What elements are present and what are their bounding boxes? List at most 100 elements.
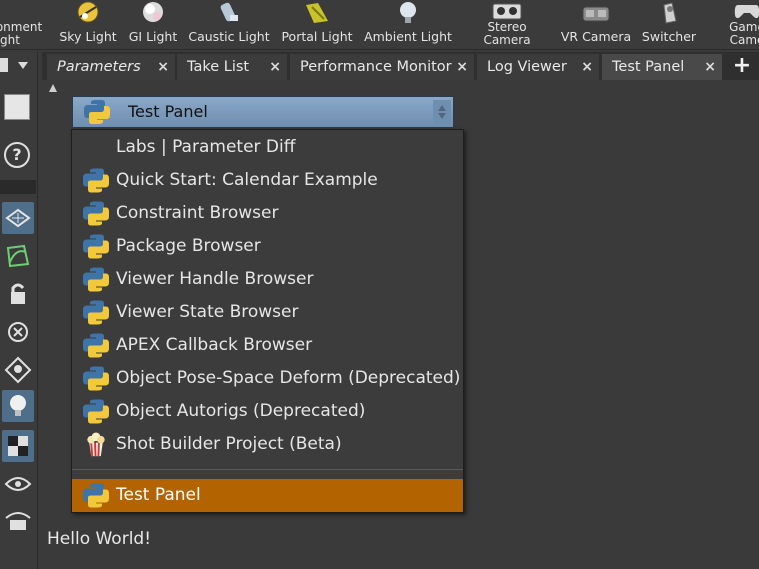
environment-light-tool[interactable]: onment ght: [0, 0, 44, 50]
camera-view-button[interactable]: [2, 504, 34, 536]
lock-icon: [11, 283, 25, 304]
diamond-bulb-icon: [4, 356, 32, 384]
checker-button[interactable]: [2, 430, 34, 462]
pane-menu-icon[interactable]: [0, 58, 8, 72]
menu-item-constraint-browser[interactable]: Constraint Browser: [72, 197, 463, 230]
tool-label: Caustic Light: [188, 29, 270, 44]
close-icon[interactable]: ×: [581, 54, 593, 80]
tool-label: Sky Light: [59, 29, 117, 44]
tab-parameters[interactable]: Parameters ×: [47, 54, 175, 80]
panel-selector-dropdown[interactable]: Test Panel: [72, 96, 454, 128]
selection-swatch-icon[interactable]: [4, 94, 30, 120]
menu-item-labs-parameter-diff[interactable]: Labs | Parameter Diff: [72, 131, 463, 164]
popcorn-icon: [87, 432, 105, 457]
python-icon: [84, 100, 110, 124]
menu-item-label: Shot Builder Project (Beta): [116, 434, 342, 454]
tab-log-viewer[interactable]: Log Viewer ×: [477, 54, 599, 80]
vr-camera-tool[interactable]: VR Camera: [560, 0, 632, 50]
remove-button[interactable]: [2, 316, 34, 348]
snapping-button[interactable]: [2, 202, 34, 234]
tab-performance-monitor[interactable]: Performance Monitor ×: [290, 54, 474, 80]
gi-light-icon: [143, 2, 163, 22]
sky-light-tool[interactable]: Sky Light: [57, 0, 119, 50]
caustic-light-icon: [220, 2, 238, 22]
portal-light-icon: [306, 3, 328, 23]
left-toolbar: ?: [0, 52, 38, 569]
menu-item-label: APEX Callback Browser: [116, 335, 313, 355]
tool-label: ght: [0, 33, 20, 47]
close-circle-icon: [8, 322, 28, 342]
tab-label: Performance Monitor: [300, 59, 452, 75]
tool-label: Camera: [483, 33, 531, 47]
light-bulb-icon: [10, 395, 26, 416]
light-handle-button[interactable]: [2, 354, 34, 386]
tool-label: Ambient Light: [364, 29, 452, 44]
menu-item-label: Viewer State Browser: [116, 302, 299, 322]
menu-item-label: Labs | Parameter Diff: [116, 137, 296, 157]
checker-cube-icon: [8, 436, 28, 456]
menu-item-test-panel[interactable]: Test Panel: [72, 479, 463, 512]
curve-snap-button[interactable]: [2, 240, 34, 272]
menu-separator: [72, 469, 463, 470]
portal-light-tool[interactable]: Portal Light: [280, 0, 354, 50]
stereo-camera-icon: [492, 3, 522, 20]
lock-button[interactable]: [2, 278, 34, 310]
menu-item-label: Package Browser: [116, 236, 261, 256]
tab-label: Parameters: [57, 59, 141, 75]
game-camera-tool[interactable]: Game Came: [722, 0, 759, 50]
scroll-up-icon[interactable]: [49, 84, 57, 92]
dropdown-value: Test Panel: [128, 102, 208, 121]
menu-item-object-pose-space-deform[interactable]: Object Pose-Space Deform (Deprecated): [72, 362, 463, 395]
camera-eye-icon: [5, 512, 31, 530]
menu-item-label: Constraint Browser: [116, 203, 279, 223]
menu-item-object-autorigs[interactable]: Object Autorigs (Deprecated): [72, 395, 463, 428]
tab-label: Take List: [187, 59, 250, 75]
light-button[interactable]: [2, 390, 34, 422]
toolbar-divider: [0, 180, 36, 194]
menu-item-viewer-handle-browser[interactable]: Viewer Handle Browser: [72, 263, 463, 296]
curve-snap-icon: [6, 244, 30, 268]
close-icon[interactable]: ×: [456, 54, 468, 80]
switcher-icon: [663, 2, 677, 24]
python-icon: [83, 267, 109, 292]
python-icon: [83, 234, 109, 259]
gi-light-tool[interactable]: GI Light: [127, 0, 179, 50]
menu-item-label: Object Pose-Space Deform (Deprecated): [116, 368, 461, 388]
menu-item-apex-callback-browser[interactable]: APEX Callback Browser: [72, 329, 463, 362]
caustic-light-tool[interactable]: Caustic Light: [188, 0, 270, 50]
menu-item-label: Test Panel: [116, 485, 201, 505]
python-icon: [83, 366, 109, 391]
python-icon: [83, 168, 109, 193]
stereo-camera-tool[interactable]: Stereo Camera: [480, 0, 534, 50]
close-icon[interactable]: ×: [704, 54, 716, 80]
python-icon: [83, 483, 109, 508]
add-tab-button[interactable]: +: [727, 54, 757, 80]
menu-item-label: Quick Start: Calendar Example: [116, 170, 378, 190]
panel-body-text: Hello World!: [47, 529, 152, 549]
panel-selector-menu: Labs | Parameter Diff Quick Start: Calen…: [71, 129, 464, 513]
switcher-tool[interactable]: Switcher: [640, 0, 698, 50]
tab-test-panel[interactable]: Test Panel ×: [602, 54, 722, 80]
visibility-button[interactable]: [2, 468, 34, 500]
python-icon: [83, 399, 109, 424]
tool-label: Portal Light: [281, 29, 353, 44]
ambient-light-icon: [400, 2, 416, 23]
python-icon: [83, 300, 109, 325]
menu-item-quick-start[interactable]: Quick Start: Calendar Example: [72, 164, 463, 197]
ambient-light-tool[interactable]: Ambient Light: [364, 0, 452, 50]
eye-icon: [4, 477, 32, 491]
houdini-window: { "shelf": { "tools": [ {"line1": "onmen…: [0, 0, 759, 569]
menu-item-viewer-state-browser[interactable]: Viewer State Browser: [72, 296, 463, 329]
tool-label: GI Light: [128, 29, 178, 44]
help-icon[interactable]: ?: [4, 142, 30, 168]
dropdown-arrows-icon: [433, 100, 451, 124]
chevron-down-icon[interactable]: [18, 62, 28, 69]
tab-take-list[interactable]: Take List ×: [177, 54, 287, 80]
close-icon[interactable]: ×: [157, 54, 169, 80]
menu-item-label: Object Autorigs (Deprecated): [116, 401, 366, 421]
environment-light-icon: [6, 1, 32, 21]
close-icon[interactable]: ×: [269, 54, 281, 80]
menu-item-package-browser[interactable]: Package Browser: [72, 230, 463, 263]
tool-label: VR Camera: [560, 29, 632, 44]
menu-item-shot-builder-project[interactable]: Shot Builder Project (Beta): [72, 428, 463, 461]
